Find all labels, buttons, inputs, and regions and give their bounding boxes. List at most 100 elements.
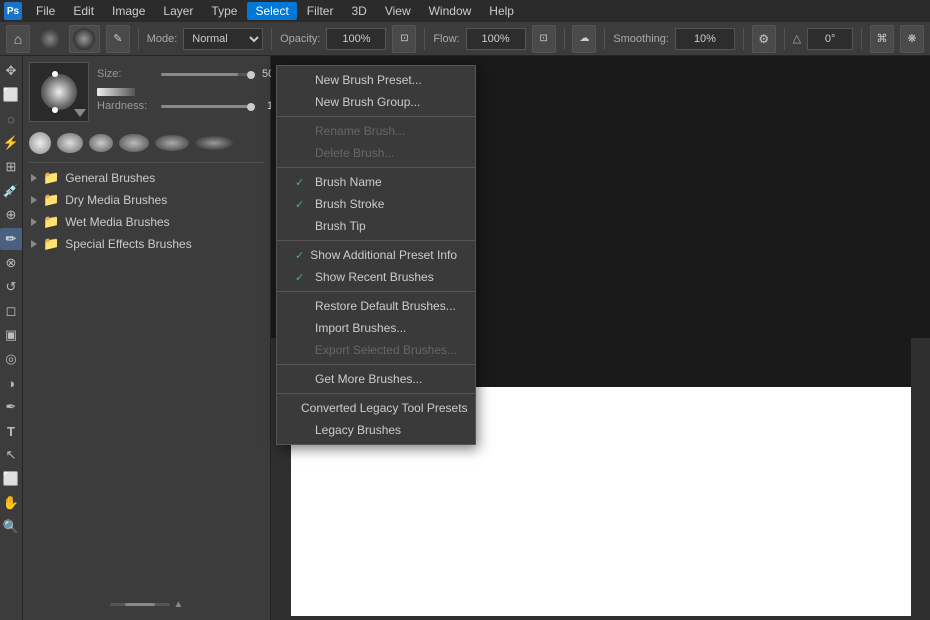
context-menu-item-brush-stroke[interactable]: ✓Brush Stroke (277, 193, 475, 215)
flow-input[interactable] (466, 28, 526, 50)
context-menu-item-new-brush-group[interactable]: New Brush Group... (277, 91, 475, 113)
brush-preview-dot-top (52, 71, 58, 77)
scroll-track[interactable] (110, 603, 170, 606)
eyedropper-tool[interactable]: 💉 (0, 180, 22, 202)
mode-label: Mode: (147, 33, 178, 45)
menu-file[interactable]: File (28, 2, 63, 20)
menu-image[interactable]: Image (104, 2, 153, 20)
menu-help[interactable]: Help (481, 2, 522, 20)
history-brush-tool[interactable]: ↺ (0, 276, 22, 298)
angle-input[interactable] (807, 28, 853, 50)
context-menu-item-restore-default-brushes[interactable]: Restore Default Brushes... (277, 295, 475, 317)
context-menu-item-legacy-brushes[interactable]: Legacy Brushes (277, 419, 475, 441)
menu-layer[interactable]: Layer (155, 2, 201, 20)
context-menu-item-show-recent-brushes[interactable]: ✓Show Recent Brushes (277, 266, 475, 288)
expand-icon-special (31, 240, 37, 248)
brush-group-general[interactable]: 📁 General Brushes (29, 167, 264, 189)
opacity-pressure-button[interactable]: ⊡ (392, 25, 416, 53)
scroll-indicator: ▲ (29, 595, 264, 614)
settings-button[interactable]: ⚙ (752, 25, 776, 53)
brush-preview-area (29, 62, 89, 122)
blur-tool[interactable]: ◎ (0, 348, 22, 370)
menu-edit[interactable]: Edit (65, 2, 102, 20)
path-selection-tool[interactable]: ↖ (0, 444, 22, 466)
menu-filter[interactable]: Filter (299, 2, 342, 20)
size-slider[interactable] (161, 73, 251, 76)
brush-group-special-effects[interactable]: 📁 Special Effects Brushes (29, 233, 264, 255)
size-row: Size: 500 px (97, 68, 295, 80)
dodge-tool[interactable]: ◑ (0, 372, 22, 394)
quick-select-tool[interactable]: ⚡ (0, 132, 22, 154)
spot-healing-tool[interactable]: ⊕ (0, 204, 22, 226)
context-menu: New Brush Preset...New Brush Group...Ren… (276, 65, 476, 445)
separator-after-show-recent-brushes (277, 291, 475, 292)
text-tool[interactable]: T (0, 420, 22, 442)
symmetry-button[interactable]: ⌘ (870, 25, 894, 53)
context-menu-item-brush-name[interactable]: ✓Brush Name (277, 171, 475, 193)
options-toolbar: ⌂ ✎ Mode: Normal Opacity: ⊡ Flow: ⊡ ☁ Sm… (0, 22, 930, 56)
brush-tip-6[interactable] (195, 136, 233, 150)
clone-stamp-tool[interactable]: ⊗ (0, 252, 22, 274)
brush-tool-preview[interactable] (36, 25, 63, 53)
separator-5 (604, 28, 605, 50)
label-brush-stroke: Brush Stroke (315, 197, 457, 211)
move-tool[interactable]: ✥ (0, 60, 22, 82)
brush-tip-3[interactable] (89, 134, 113, 152)
checkmark-show-additional-preset-info: ✓ (295, 249, 304, 262)
label-get-more-brushes: Get More Brushes... (315, 372, 457, 386)
context-menu-item-brush-tip[interactable]: Brush Tip (277, 215, 475, 237)
brush-preview-circle (41, 74, 77, 110)
context-menu-item-get-more-brushes[interactable]: Get More Brushes... (277, 368, 475, 390)
label-import-brushes: Import Brushes... (315, 321, 457, 335)
flow-pressure-button[interactable]: ⊡ (532, 25, 556, 53)
brush-group-wet-media[interactable]: 📁 Wet Media Brushes (29, 211, 264, 233)
menu-view[interactable]: View (377, 2, 419, 20)
shape-tool[interactable]: ⬜ (0, 468, 22, 490)
gradient-tool[interactable]: ▣ (0, 324, 22, 346)
crop-tool[interactable]: ⊞ (0, 156, 22, 178)
app-icon: Ps (4, 2, 22, 20)
rectangular-marquee-tool[interactable]: ⬜ (0, 84, 22, 106)
folder-icon-dry: 📁 (43, 192, 59, 208)
separator-after-brush-tip (277, 240, 475, 241)
pen-tool[interactable]: ✒ (0, 396, 22, 418)
hardness-row: Hardness: 100% (97, 100, 295, 112)
brush-size-indicator[interactable] (69, 25, 100, 53)
context-menu-item-delete-brush: Delete Brush... (277, 142, 475, 164)
left-toolbar: ✥ ⬜ ◌ ⚡ ⊞ 💉 ⊕ ✏ ⊗ ↺ ◻ ▣ ◎ ◑ ✒ T ↖ ⬜ ✋ 🔍 (0, 56, 23, 620)
context-menu-item-new-brush-preset[interactable]: New Brush Preset... (277, 69, 475, 91)
brush-settings-button[interactable]: ✎ (106, 25, 130, 53)
extra-button[interactable]: ❋ (900, 25, 924, 53)
menu-bar: Ps File Edit Image Layer Type Select Fil… (0, 0, 930, 22)
airbrush-button[interactable]: ☁ (572, 25, 596, 53)
menu-3d[interactable]: 3D (343, 2, 374, 20)
context-menu-item-converted-legacy-tool-presets[interactable]: Converted Legacy Tool Presets (277, 397, 475, 419)
scroll-arrow: ▲ (174, 599, 184, 610)
label-show-recent-brushes: Show Recent Brushes (315, 270, 457, 284)
label-new-brush-group: New Brush Group... (315, 95, 457, 109)
menu-type[interactable]: Type (203, 2, 245, 20)
menu-select[interactable]: Select (247, 2, 296, 20)
brush-tip-2[interactable] (57, 133, 83, 153)
label-brush-tip: Brush Tip (315, 219, 457, 233)
separator-1 (138, 28, 139, 50)
zoom-tool[interactable]: 🔍 (0, 516, 22, 538)
hand-tool[interactable]: ✋ (0, 492, 22, 514)
brush-tool[interactable]: ✏ (0, 228, 22, 250)
menu-window[interactable]: Window (421, 2, 480, 20)
eraser-tool[interactable]: ◻ (0, 300, 22, 322)
mode-dropdown[interactable]: Normal (183, 28, 263, 50)
brush-group-dry-media[interactable]: 📁 Dry Media Brushes (29, 189, 264, 211)
hardness-slider[interactable] (161, 105, 251, 108)
smoothing-input[interactable] (675, 28, 735, 50)
context-menu-item-show-additional-preset-info[interactable]: ✓Show Additional Preset Info (277, 244, 475, 266)
expand-icon-wet (31, 218, 37, 226)
size-label: Size: (97, 68, 157, 80)
opacity-input[interactable] (326, 28, 386, 50)
lasso-tool[interactable]: ◌ (0, 108, 22, 130)
brush-tip-5[interactable] (155, 135, 189, 151)
brush-tip-1[interactable] (29, 132, 51, 154)
home-button[interactable]: ⌂ (6, 25, 30, 53)
brush-tip-4[interactable] (119, 134, 149, 152)
context-menu-item-import-brushes[interactable]: Import Brushes... (277, 317, 475, 339)
